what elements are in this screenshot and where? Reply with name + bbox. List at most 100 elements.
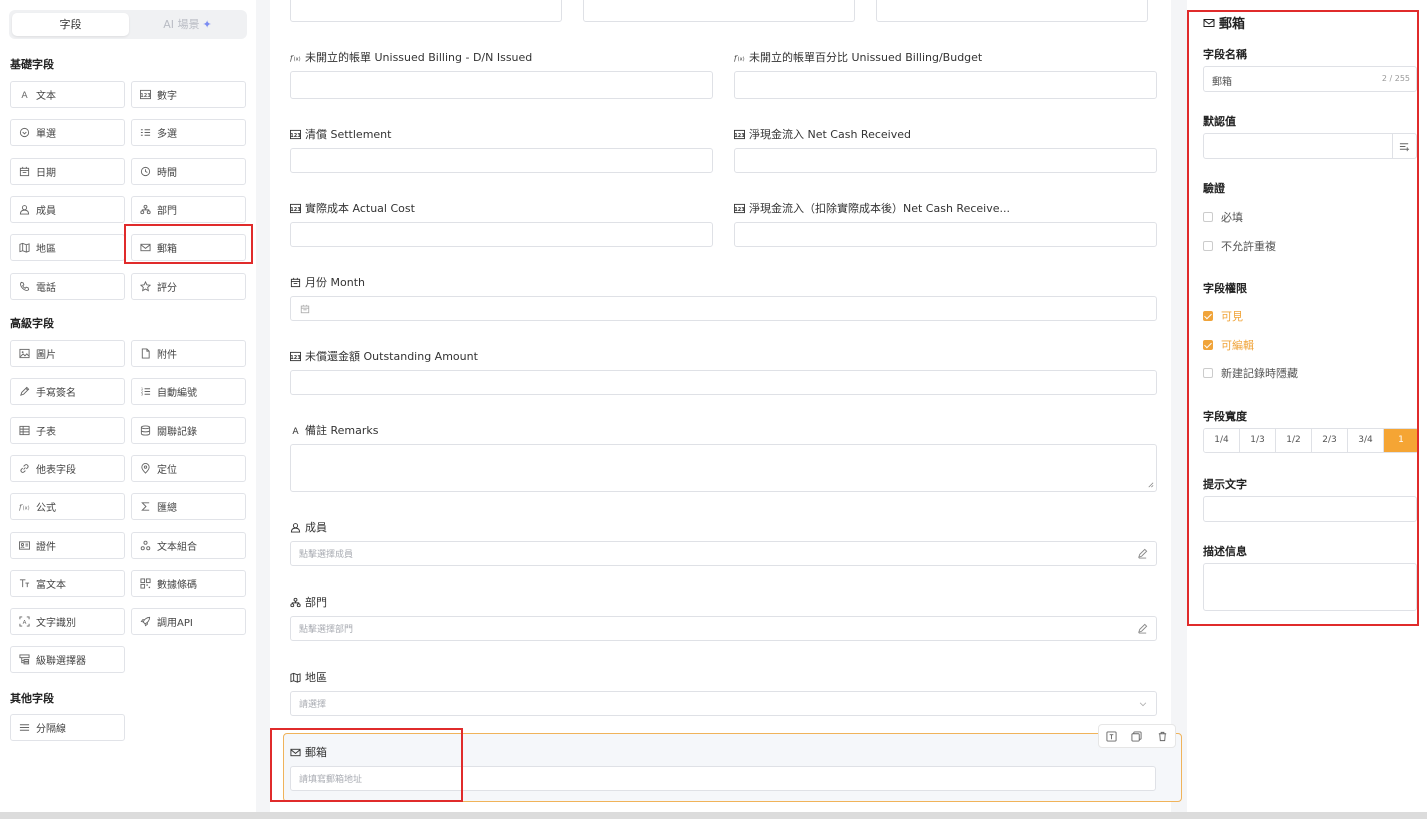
copy-icon[interactable] bbox=[1130, 729, 1144, 743]
palette-ocr-button[interactable]: A 文字識別 bbox=[10, 608, 125, 636]
palette-mail-button[interactable]: 郵箱 bbox=[131, 234, 246, 262]
field-name-label: 字段名稱 bbox=[1203, 48, 1247, 61]
width-option[interactable]: 2/3 bbox=[1312, 429, 1348, 452]
palette-button-label: 郵箱 bbox=[157, 244, 177, 256]
list-icon[interactable] bbox=[1392, 134, 1416, 158]
palette-qrcode-button[interactable]: 數據條碼 bbox=[131, 569, 246, 597]
qrcode-icon bbox=[140, 578, 151, 589]
field-input[interactable] bbox=[734, 71, 1157, 99]
selected-field-card[interactable]: 郵箱 請填寫郵箱地址 bbox=[283, 733, 1182, 802]
width-option[interactable]: 1/2 bbox=[1276, 429, 1312, 452]
form-card: f (x) 未開立的帳單 Unissued Billing - D/N Issued… bbox=[270, 0, 1182, 812]
props-title-text: 郵箱 bbox=[1219, 17, 1246, 32]
hint-text-input[interactable] bbox=[1203, 496, 1417, 522]
palette-button-label: 分隔線 bbox=[36, 724, 66, 735]
palette-star-button[interactable]: 評分 bbox=[131, 272, 246, 300]
partial-input[interactable] bbox=[583, 0, 855, 22]
default-value-input[interactable] bbox=[1203, 133, 1417, 159]
field-name-input[interactable]: 郵箱 2 / 255 bbox=[1203, 66, 1417, 92]
width-option[interactable]: 1 bbox=[1384, 429, 1418, 452]
email-input[interactable]: 請填寫郵箱地址 bbox=[290, 766, 1156, 791]
field-input[interactable] bbox=[290, 296, 1157, 321]
visible-checkbox[interactable]: 可見 bbox=[1203, 308, 1243, 324]
palette-combine-button[interactable]: 文本組合 bbox=[131, 531, 246, 559]
field-input[interactable] bbox=[734, 222, 1157, 247]
palette-table-button[interactable]: 子表 bbox=[10, 416, 125, 444]
field-toolbar bbox=[1098, 724, 1176, 748]
palette-sigma-button[interactable]: 匯總 bbox=[131, 493, 246, 521]
width-option[interactable]: 1/4 bbox=[1204, 429, 1240, 452]
field-input[interactable] bbox=[290, 148, 713, 173]
tab-ai-label: AI 場景 bbox=[163, 18, 200, 31]
palette-map-button[interactable]: 地區 bbox=[10, 234, 125, 262]
field-input[interactable]: 點擊選擇成員 bbox=[290, 541, 1157, 566]
clock-icon bbox=[140, 166, 151, 177]
palette-clock-button[interactable]: 時間 bbox=[131, 157, 246, 185]
field-name-value: 郵箱 bbox=[1212, 77, 1232, 88]
palette-cascade-button[interactable]: 級聯選擇器 bbox=[10, 646, 125, 674]
tab-fields[interactable]: 字段 bbox=[12, 13, 129, 36]
palette-image-button[interactable]: 圖片 bbox=[10, 340, 125, 367]
palette-button-label: 自動編號 bbox=[157, 388, 197, 400]
field-width-selector: 1/4 1/3 1/2 2/3 3/4 1 bbox=[1203, 428, 1419, 453]
palette-text-button[interactable]: A 文本 bbox=[10, 81, 125, 108]
palette-divider-button[interactable]: 分隔線 bbox=[10, 714, 125, 741]
palette-database-button[interactable]: 關聯記錄 bbox=[131, 416, 246, 444]
palette-multi-select-button[interactable]: 多選 bbox=[131, 119, 246, 147]
no-duplicate-checkbox[interactable]: 不允許重複 bbox=[1203, 238, 1276, 254]
palette-button-label: 匯總 bbox=[157, 503, 177, 515]
user-icon bbox=[290, 522, 301, 533]
user-icon bbox=[19, 204, 30, 215]
palette-rocket-button[interactable]: 調用API bbox=[131, 608, 246, 636]
location-icon bbox=[140, 462, 151, 474]
palette-calendar-button[interactable]: 日期 bbox=[10, 157, 125, 185]
field-input[interactable] bbox=[290, 370, 1157, 395]
palette-tabs: 字段 AI 場景 ✦ bbox=[9, 10, 247, 39]
required-checkbox[interactable]: 必填 bbox=[1203, 209, 1243, 225]
field-input[interactable]: 請選擇 bbox=[290, 691, 1157, 716]
palette-formula-button[interactable]: f (x) 公式 bbox=[10, 493, 125, 521]
checkbox-label: 不允許重複 bbox=[1221, 240, 1276, 253]
palette-pen-button[interactable]: 手寫簽名 bbox=[10, 378, 125, 406]
field-input[interactable] bbox=[290, 222, 713, 247]
description-textarea[interactable] bbox=[1203, 563, 1417, 611]
text-format-icon[interactable] bbox=[1105, 729, 1119, 743]
tab-ai-scenes[interactable]: AI 場景 ✦ bbox=[129, 13, 246, 36]
partial-input[interactable] bbox=[290, 0, 562, 22]
trash-icon[interactable] bbox=[1155, 729, 1169, 743]
hide-on-new-checkbox[interactable]: 新建記錄時隱藏 bbox=[1203, 365, 1298, 381]
resize-handle-icon[interactable] bbox=[1147, 481, 1154, 490]
palette-single-select-button[interactable]: 單選 bbox=[10, 119, 125, 147]
palette-file-button[interactable]: 附件 bbox=[131, 340, 246, 367]
palette-location-button[interactable]: 定位 bbox=[131, 454, 246, 482]
partial-input[interactable] bbox=[876, 0, 1148, 22]
palette-id-card-button[interactable]: 證件 bbox=[10, 531, 125, 559]
palette-phone-button[interactable]: 電話 bbox=[10, 272, 125, 300]
palette-numbered-list-button[interactable]: 1 2 3 自動編號 bbox=[131, 378, 246, 406]
edit-icon[interactable] bbox=[1137, 623, 1148, 637]
single-select-icon bbox=[19, 127, 30, 138]
field-input[interactable]: 點擊選擇部門 bbox=[290, 616, 1157, 641]
svg-text:A: A bbox=[292, 426, 299, 436]
svg-text:123: 123 bbox=[290, 132, 301, 138]
field-palette: 字段 AI 場景 ✦ 基礎字段 A 文本 123 數字 單選 多選 日期 時間 成員 部門 地區 郵箱電… bbox=[0, 0, 256, 812]
input-placeholder: 請選擇 bbox=[299, 700, 327, 710]
field-input[interactable] bbox=[290, 71, 713, 99]
field-input[interactable] bbox=[290, 444, 1157, 492]
field-input[interactable] bbox=[734, 148, 1157, 173]
number-icon: 123 bbox=[734, 129, 745, 140]
palette-rich-text-button[interactable]: 富文本 bbox=[10, 569, 125, 597]
palette-org-button[interactable]: 部門 bbox=[131, 195, 246, 223]
width-option[interactable]: 1/3 bbox=[1240, 429, 1276, 452]
palette-link-button[interactable]: 他表字段 bbox=[10, 454, 125, 482]
palette-button-label: 時間 bbox=[157, 167, 177, 179]
number-icon: 123 bbox=[290, 203, 301, 214]
table-icon bbox=[19, 425, 30, 436]
palette-number-button[interactable]: 123 數字 bbox=[131, 81, 246, 108]
palette-user-button[interactable]: 成員 bbox=[10, 195, 125, 223]
width-option[interactable]: 3/4 bbox=[1348, 429, 1384, 452]
field-label: 月份 Month bbox=[290, 274, 365, 290]
editable-checkbox[interactable]: 可編輯 bbox=[1203, 337, 1254, 353]
description-label: 描述信息 bbox=[1203, 545, 1247, 558]
edit-icon[interactable] bbox=[1137, 548, 1148, 562]
